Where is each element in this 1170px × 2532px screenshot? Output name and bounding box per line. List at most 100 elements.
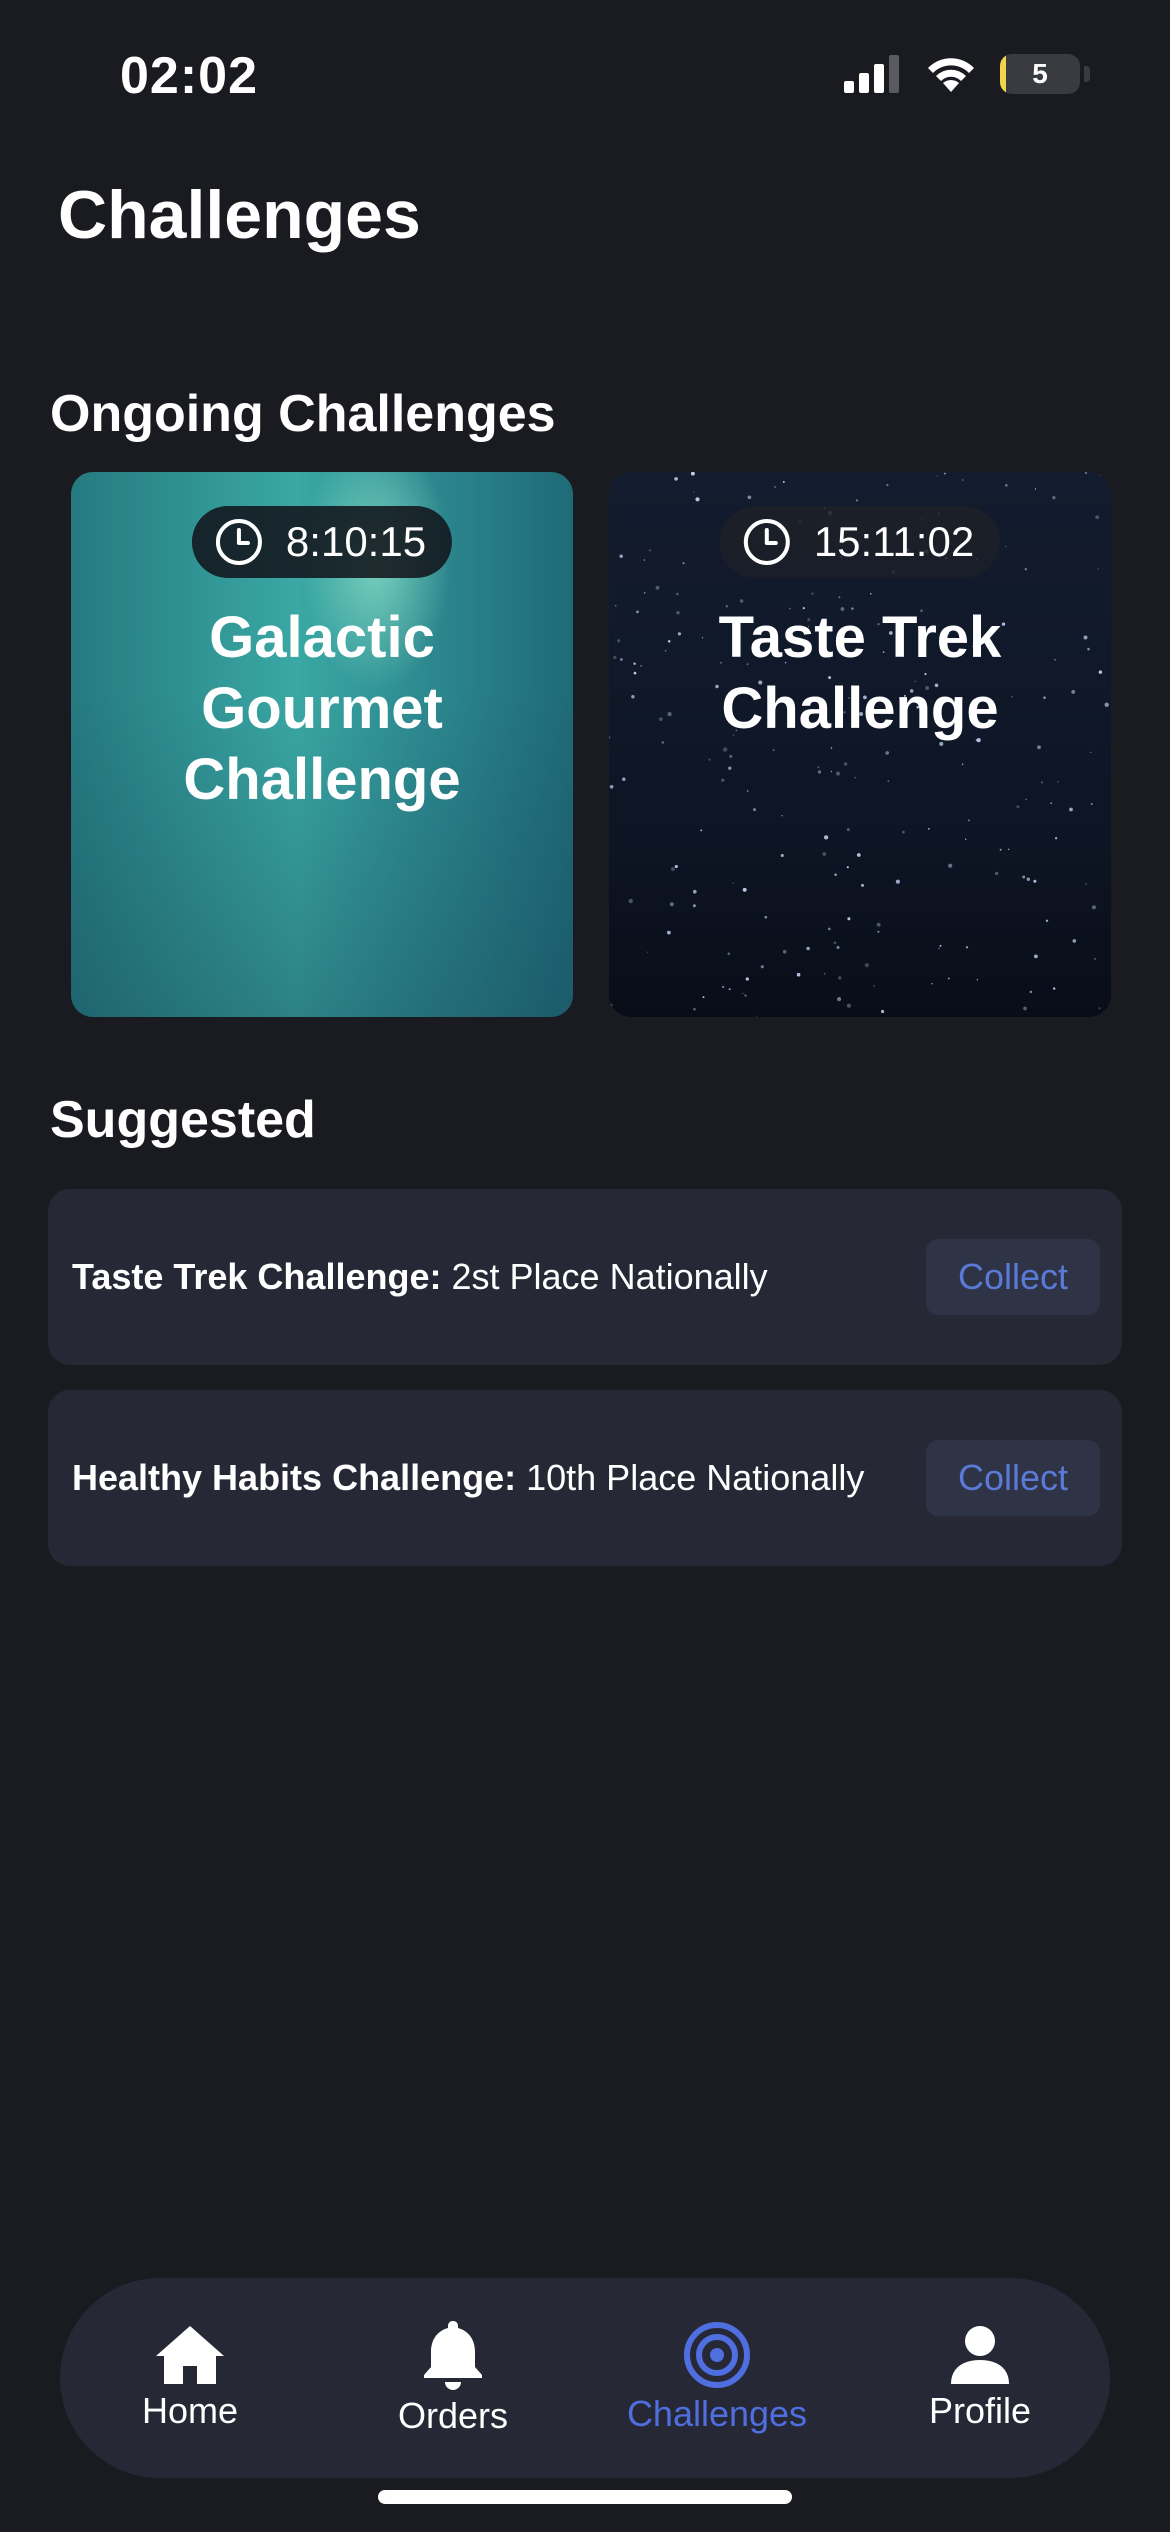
star <box>886 483 889 487</box>
battery-tip <box>1084 66 1090 82</box>
star <box>613 655 617 660</box>
star <box>774 486 776 488</box>
collect-button[interactable]: Collect <box>926 1239 1100 1315</box>
star <box>1005 484 1008 487</box>
star <box>835 771 841 776</box>
star <box>646 951 649 953</box>
star <box>649 549 651 552</box>
star <box>887 780 890 782</box>
star <box>855 499 859 502</box>
status-bar: 02:02 5 <box>0 0 1170 150</box>
tab-label: Profile <box>928 2390 1032 2431</box>
tab-orders[interactable]: Orders <box>343 2278 563 2478</box>
star <box>1025 798 1027 801</box>
home-icon <box>156 2326 224 2384</box>
star <box>1040 781 1043 784</box>
card-title: Taste Trek Challenge <box>718 605 1002 741</box>
star <box>895 879 900 884</box>
signal-icon <box>844 55 899 93</box>
star <box>1045 919 1049 923</box>
timer-pill: 8:10:15 <box>191 506 453 578</box>
star <box>732 882 734 884</box>
card-title: Galactic Gourmet Challenge <box>183 605 461 812</box>
star <box>1057 781 1059 783</box>
star <box>782 950 787 954</box>
text-spacer <box>441 1256 451 1298</box>
star <box>822 852 827 856</box>
star <box>1022 875 1026 879</box>
clock-icon <box>215 519 262 565</box>
star <box>931 983 933 985</box>
tab-challenges[interactable]: Challenges <box>607 2278 827 2478</box>
star <box>692 889 697 894</box>
star <box>690 472 695 476</box>
star <box>1090 802 1093 806</box>
star <box>1098 670 1103 674</box>
star <box>1054 837 1058 840</box>
battery-fill <box>1000 54 1007 94</box>
suggested-item: Taste Trek Challenge: 2st Place National… <box>48 1189 1122 1365</box>
wifi-icon <box>928 58 974 92</box>
star <box>609 1003 613 1007</box>
tab-home[interactable]: Home <box>80 2278 300 2478</box>
star <box>655 585 660 590</box>
star <box>1090 751 1092 754</box>
star <box>760 965 764 969</box>
star <box>1029 990 1033 994</box>
star <box>609 784 614 789</box>
star <box>965 946 969 949</box>
star <box>1037 745 1041 750</box>
star <box>619 554 623 558</box>
star <box>846 866 849 869</box>
star <box>965 838 967 840</box>
star <box>870 593 872 595</box>
star <box>628 898 633 904</box>
star <box>854 776 856 779</box>
star <box>1050 802 1053 805</box>
star <box>782 480 785 484</box>
suggested-text: Healthy Habits Challenge: 10th Place Nat… <box>72 1390 864 1566</box>
star <box>836 945 840 949</box>
star <box>753 808 756 812</box>
star <box>693 1007 696 1011</box>
home-indicator[interactable] <box>378 2490 792 2504</box>
star <box>939 944 942 947</box>
star <box>846 1003 851 1008</box>
battery-level: 5 <box>1032 58 1048 89</box>
page-title: Challenges <box>58 177 421 253</box>
star <box>880 1009 885 1014</box>
tab-bar: Home Orders Challenges Profile <box>60 2278 1110 2478</box>
star <box>614 604 617 607</box>
star <box>674 477 678 481</box>
star <box>772 749 775 751</box>
star <box>830 747 833 749</box>
battery-indicator: 5 <box>1000 54 1080 94</box>
star <box>721 985 725 989</box>
collect-button[interactable]: Collect <box>926 1440 1100 1516</box>
star <box>728 766 732 770</box>
star <box>827 927 831 931</box>
challenge-card-taste-trek[interactable]: 15:11:02 Taste Trek Challenge <box>609 472 1111 1017</box>
star <box>667 930 671 935</box>
star <box>643 592 646 594</box>
star <box>643 559 646 561</box>
star <box>1052 496 1056 500</box>
star <box>1005 545 1007 548</box>
star <box>833 941 837 945</box>
star <box>1033 879 1037 883</box>
star <box>961 479 964 481</box>
tab-profile[interactable]: Profile <box>870 2278 1090 2478</box>
star <box>864 962 869 968</box>
star <box>967 819 970 822</box>
star <box>692 491 695 494</box>
star <box>837 997 842 1002</box>
star <box>702 996 705 999</box>
star <box>1034 488 1037 490</box>
star <box>729 754 733 758</box>
star <box>745 977 749 981</box>
star <box>1099 474 1102 476</box>
challenge-card-galactic-gourmet[interactable]: 8:10:15 Galactic Gourmet Challenge <box>71 472 573 1017</box>
star <box>756 1015 758 1017</box>
star <box>994 871 999 876</box>
star <box>811 592 814 595</box>
